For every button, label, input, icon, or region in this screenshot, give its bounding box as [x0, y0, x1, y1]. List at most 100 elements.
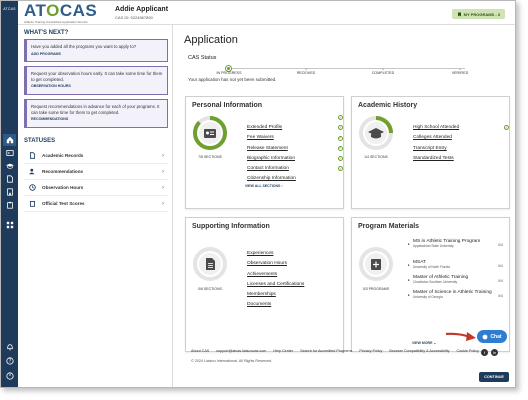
- list-item[interactable]: ▸ Master of Athletic Training Charleston…: [408, 275, 503, 290]
- status-official-test-scores[interactable]: Official Test Scores ›: [24, 196, 168, 212]
- check-circle-icon: ✓: [504, 125, 509, 131]
- list-item[interactable]: Biographic Information ✓: [247, 145, 343, 161]
- check-circle-icon: ✓: [338, 125, 343, 131]
- rail-logo: ATCAS: [3, 7, 16, 11]
- chevron-right-icon: ›: [162, 184, 164, 191]
- list-item[interactable]: Release Statement ✓: [247, 135, 343, 151]
- building-icon[interactable]: [3, 186, 16, 198]
- step-verified-dot: [459, 67, 461, 70]
- footer-link-search-programs[interactable]: Search for Accredited Programs: [300, 349, 352, 353]
- id-card-icon: [204, 129, 216, 138]
- footer-link-help-center[interactable]: Help Center: [273, 349, 293, 353]
- caret-right-icon: ▸: [408, 293, 410, 297]
- supporting-section-list: Experiences Observation Hours Achievemen…: [247, 241, 337, 307]
- list-item[interactable]: Memberships: [247, 282, 337, 297]
- list-item[interactable]: Transcript Entry: [413, 136, 503, 151]
- top-header: ATOCAS Athletic Training Centralized App…: [18, 1, 515, 25]
- program-materials-progress-ring: [359, 247, 393, 281]
- step-received: RECEIVED: [296, 71, 316, 75]
- facebook-icon[interactable]: f: [481, 349, 488, 356]
- atcas-logo[interactable]: ATOCAS Athletic Training Centralized App…: [24, 2, 97, 24]
- whats-next-heading: WHAT'S NEXT?: [24, 30, 69, 36]
- help-icon[interactable]: ?: [3, 355, 16, 367]
- id-card-icon[interactable]: [3, 147, 16, 159]
- check-circle-icon: ✓: [338, 156, 343, 162]
- program-list: ▸ MS in Athletic Training Program Appala…: [408, 239, 503, 310]
- page-title: Application: [184, 34, 238, 46]
- status-observation-hours[interactable]: Observation Hours ›: [24, 180, 168, 196]
- step-completed-dot: [382, 67, 384, 70]
- program-badge: 0/4: [498, 294, 503, 298]
- list-item[interactable]: Colleges Attended ✓: [413, 125, 509, 140]
- status-academic-records[interactable]: Academic Records ›: [24, 148, 168, 164]
- card-title: Academic History: [358, 102, 418, 109]
- list-item[interactable]: Standardized Tests: [413, 146, 503, 161]
- view-more-link[interactable]: VIEW MORE ⌄: [412, 341, 436, 345]
- list-item[interactable]: Contact Information ✓: [247, 156, 343, 171]
- users-icon: [28, 168, 36, 176]
- list-item[interactable]: ▸ MSAT University of North Florida 0/4: [408, 260, 503, 275]
- add-programs-link[interactable]: ADD PROGRAMS: [31, 52, 163, 56]
- caret-right-icon: ▸: [408, 263, 410, 267]
- chevron-right-icon: ›: [162, 152, 164, 159]
- ring-caption: 7/8 SECTIONS: [198, 155, 222, 159]
- logo-tagline: Athletic Training Centralized Applicatio…: [24, 20, 88, 24]
- footer-link-about[interactable]: About CAS: [191, 349, 209, 353]
- check-circle-icon: ✓: [338, 145, 343, 151]
- status-message: Your application has not yet been submit…: [188, 77, 277, 82]
- personal-section-list: Extended Profile ✓ Fee Waivers ✓ Release S…: [247, 115, 343, 181]
- list-item[interactable]: Achievements: [247, 262, 337, 277]
- list-item[interactable]: Observation Hours: [247, 251, 337, 266]
- left-rail: ATCAS ?: [1, 1, 18, 387]
- list-item[interactable]: Citizenship Information ✓: [247, 166, 343, 181]
- bell-icon[interactable]: [3, 341, 16, 353]
- step-verified: VERIFIED: [451, 71, 469, 75]
- clipboard-icon[interactable]: [3, 199, 16, 211]
- chat-bubble-icon: [483, 334, 488, 339]
- copyright: © 2024 Liaison International. All Rights…: [191, 359, 273, 363]
- card-title: Personal Information: [192, 102, 263, 109]
- list-item[interactable]: ▸ MS in Athletic Training Program Appala…: [408, 239, 503, 260]
- bookmark-icon: [457, 12, 461, 16]
- supporting-information-card: Supporting Information 0/6 SECTIONS Expe…: [185, 217, 344, 352]
- observation-hours-link[interactable]: OBSERVATION HOURS: [31, 84, 163, 88]
- statuses-heading: STATUSES: [24, 138, 56, 144]
- list-item[interactable]: High School Attended: [413, 115, 503, 130]
- chevron-right-icon: ›: [162, 200, 164, 207]
- list-item[interactable]: Documents: [247, 292, 337, 307]
- app-window: ATCAS ? ATOCAS Athletic Training Central…: [0, 0, 516, 388]
- graduation-icon[interactable]: [3, 160, 16, 172]
- continue-button[interactable]: CONTINUE: [479, 372, 509, 382]
- applicant-info: Addie Applicant CAS ID: 5224567890: [115, 6, 168, 20]
- ring-caption: 1/4 SECTIONS: [364, 155, 388, 159]
- footer-link-browser-compat[interactable]: Browser Compatibility & Accessibility: [389, 349, 449, 353]
- list-item[interactable]: Extended Profile ✓: [247, 115, 343, 130]
- step-completed: COMPLETED: [371, 71, 395, 75]
- footer-link-cookie[interactable]: Cookie Policy: [456, 349, 478, 353]
- list-item[interactable]: Fee Waivers ✓: [247, 125, 343, 140]
- recommendations-link[interactable]: RECOMMENDATIONS: [31, 117, 163, 121]
- linkedin-icon[interactable]: in: [491, 349, 498, 356]
- my-programs-button[interactable]: MY PROGRAMS - 3: [451, 9, 505, 19]
- personal-information-card: Personal Information 7/8 SECTIONS Extend…: [185, 96, 344, 209]
- status-recommendations[interactable]: Recommendations ›: [24, 164, 168, 180]
- supporting-progress-ring: [193, 247, 227, 281]
- logout-icon[interactable]: [3, 370, 16, 382]
- document-icon: [206, 258, 215, 270]
- chat-button[interactable]: Chat: [477, 330, 507, 343]
- list-item[interactable]: Experiences: [247, 241, 337, 256]
- list-item[interactable]: Licenses and Certifications: [247, 272, 337, 287]
- notice-recommendations: Request recommendations in advance for e…: [24, 99, 168, 128]
- sidebar: WHAT'S NEXT? Have you added all the prog…: [18, 25, 173, 387]
- ring-caption: 0/6 SECTIONS: [198, 287, 222, 291]
- grid-icon[interactable]: [3, 219, 16, 231]
- cas-id: CAS ID: 5224567890: [115, 15, 153, 20]
- view-all-sections-link[interactable]: VIEW ALL SECTIONS ›: [245, 184, 283, 188]
- footer-link-privacy[interactable]: Privacy Policy: [359, 349, 382, 353]
- home-icon[interactable]: [3, 134, 16, 146]
- list-item[interactable]: ▸ Master of Science in Athletic Training…: [408, 290, 503, 310]
- document-icon[interactable]: [3, 173, 16, 185]
- card-title: Supporting Information: [192, 223, 270, 230]
- footer-link-support-email[interactable]: support@atcas.liaisoncas.com: [216, 349, 266, 353]
- program-badge: 0/4: [498, 243, 503, 247]
